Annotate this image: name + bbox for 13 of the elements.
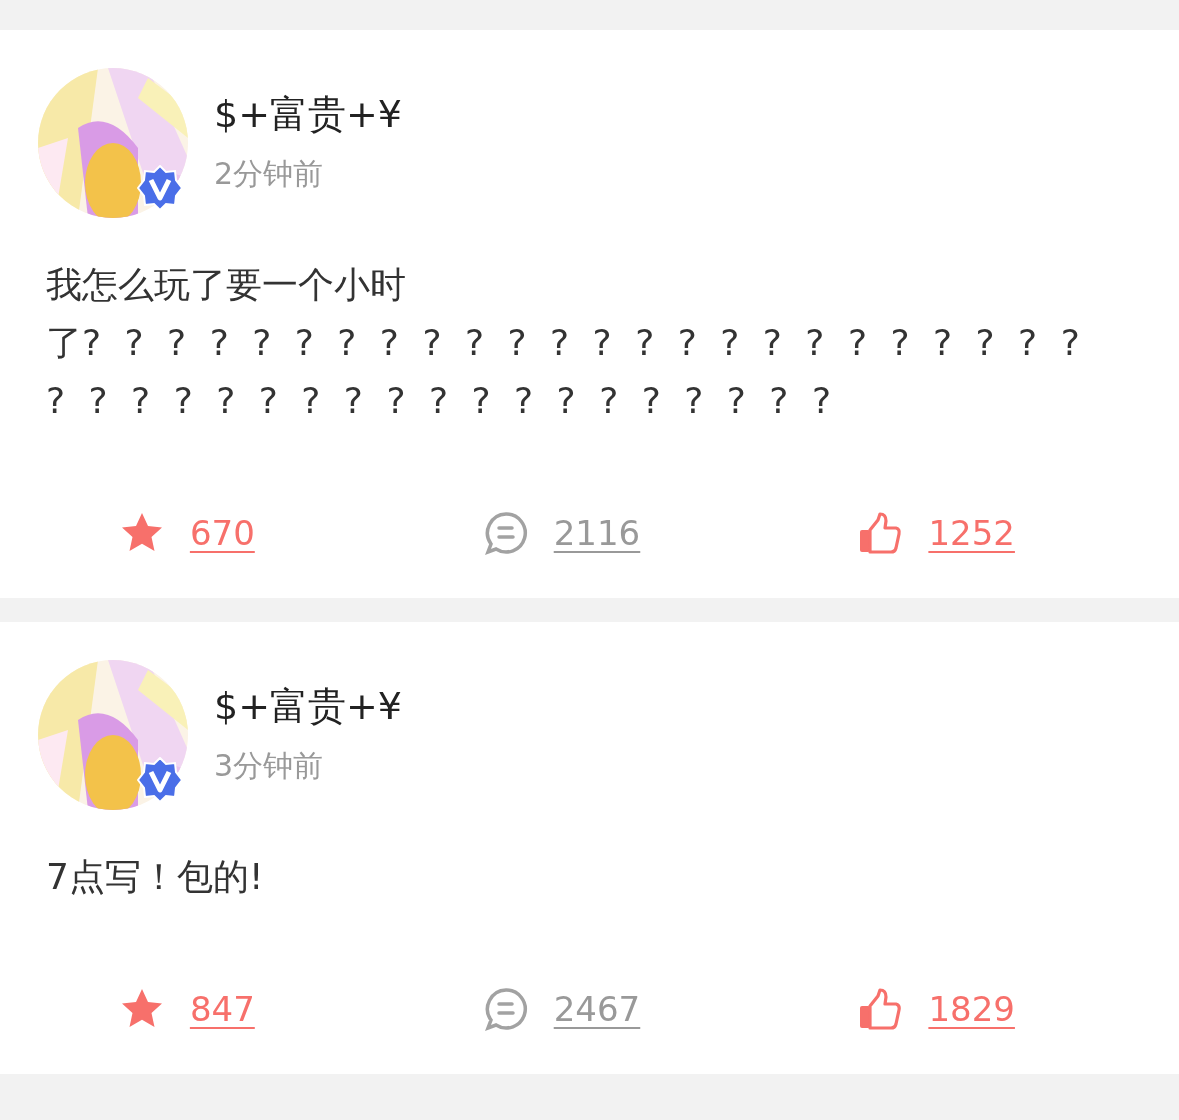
post-time: 2分钟前 — [214, 156, 325, 192]
post-text: 了? ? ? ? ? ? ? ? ? ? ? ? ? ? ? ? ? ? ? ? ? ? ? ? ? ? ? ? ? ? ? ? ? ? ? ? ? ? ? ? ? ? ? — [46, 321, 1081, 423]
comment-count-link[interactable]: 2467 — [553, 989, 641, 1029]
like-count-link[interactable]: 1252 — [928, 513, 1015, 553]
star-count-link[interactable]: 847 — [189, 989, 255, 1029]
comment-count-link[interactable]: 2116 — [553, 513, 641, 553]
post-time: 3分钟前 — [214, 748, 325, 784]
post-text: 7点写！包的! — [46, 855, 265, 899]
user-name[interactable]: $+富贵+¥ — [214, 682, 403, 730]
user-name[interactable]: $+富贵+¥ — [214, 90, 403, 138]
post-text: 我怎么玩了要一个小时 — [46, 263, 407, 307]
like-count-link[interactable]: 1829 — [928, 989, 1015, 1029]
star-count-link[interactable]: 670 — [189, 513, 255, 553]
